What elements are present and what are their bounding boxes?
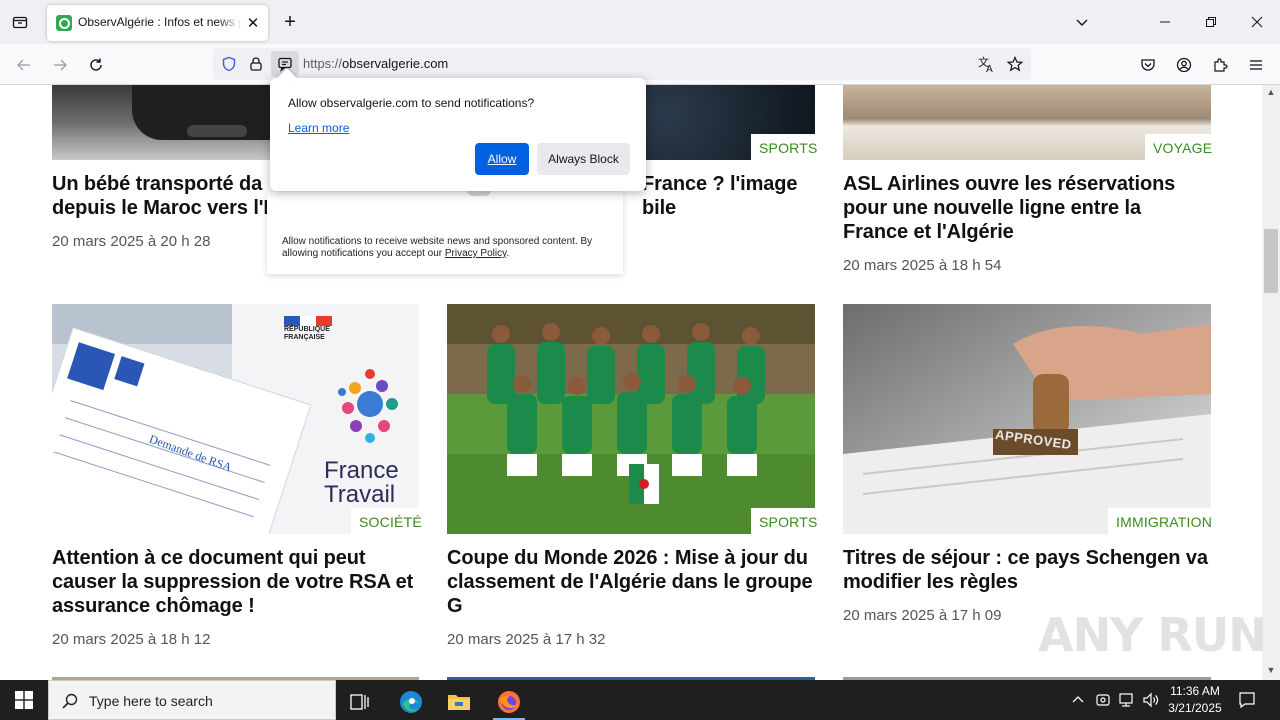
window-close-icon[interactable] (1234, 8, 1280, 36)
site-note-body: Allow notifications to receive website n… (282, 236, 593, 259)
anyrun-watermark: ANY RUN (1038, 608, 1267, 662)
svg-text:A: A (986, 64, 993, 73)
france-travail-brand: France Travail (324, 459, 399, 507)
allow-button[interactable]: Allow (475, 143, 529, 175)
article-date: 20 mars 2025 à 17 h 32 (447, 631, 606, 648)
tracking-protection-shield-icon[interactable] (220, 55, 238, 73)
action-center-icon[interactable] (1234, 688, 1260, 712)
chevron-down-icon[interactable] (1070, 10, 1094, 34)
article-category[interactable]: SOCIÉTÉ (351, 508, 430, 534)
article-headline[interactable]: Coupe du Monde 2026 : Mise à jour du cla… (447, 546, 817, 618)
task-view-icon[interactable] (336, 684, 384, 720)
tab-strip: ObservAlgérie : Infos et news pour tous … (0, 0, 1280, 44)
headline-line: Un bébé transporté da (52, 173, 263, 195)
chevron-up-icon[interactable] (1068, 690, 1088, 710)
article-image[interactable]: APPROVED (843, 304, 1211, 534)
browser-tab-active[interactable]: ObservAlgérie : Infos et news pour tous … (47, 5, 268, 41)
article-date: 20 mars 2025 à 20 h 28 (52, 233, 211, 250)
tab-close-icon[interactable]: ✕ (244, 14, 262, 32)
privacy-policy-link[interactable]: Privacy Policy (445, 248, 507, 259)
tab-list-icon[interactable] (8, 10, 32, 34)
approved-stamp-illustration (843, 304, 1211, 534)
headline-line: France ? l'image (642, 173, 798, 195)
headline-line: depuis le Maroc vers l'I (52, 197, 269, 219)
clock-date: 3/21/2025 (1168, 701, 1222, 715)
site-favicon-icon (56, 15, 72, 31)
search-placeholder: Type here to search (89, 693, 213, 709)
learn-more-link[interactable]: Learn more (288, 121, 349, 135)
meet-now-icon[interactable] (1093, 690, 1113, 710)
scroll-down-icon[interactable]: ▼ (1265, 665, 1277, 677)
site-notification-text: Allow notifications to receive website n… (282, 236, 612, 260)
headline-line: bile (642, 197, 677, 219)
network-icon[interactable] (1117, 690, 1137, 710)
page-scrollbar[interactable]: ▲ ▼ (1262, 85, 1280, 680)
url-text[interactable]: https://observalgerie.com (303, 56, 448, 71)
article-image[interactable] (447, 304, 815, 534)
brand-line: France (324, 457, 399, 484)
hamburger-menu-icon[interactable] (1243, 52, 1269, 78)
taskbar-clock[interactable]: 11:36 AM 3/21/2025 (1162, 683, 1228, 717)
team-photo-illustration (447, 304, 815, 534)
scroll-up-icon[interactable]: ▲ (1265, 87, 1277, 99)
article-headline[interactable]: ASL Airlines ouvre les réservations pour… (843, 172, 1203, 244)
url-host: observalgerie.com (342, 56, 449, 71)
window-restore-icon[interactable] (1188, 8, 1234, 36)
file-explorer-icon[interactable] (435, 684, 483, 720)
article-headline[interactable]: Attention à ce document qui peut causer … (52, 546, 422, 618)
article-image[interactable]: RÉPUBLIQUE FRANÇAISE Demande de RSA Fran… (52, 304, 419, 534)
article-date: 20 mars 2025 à 18 h 54 (843, 257, 1002, 274)
firefox-icon[interactable] (485, 684, 533, 720)
url-bar[interactable]: https://observalgerie.com 文A (213, 48, 1031, 80)
lock-icon[interactable] (247, 55, 265, 73)
pocket-icon[interactable] (1135, 52, 1161, 78)
windows-taskbar: Type here to search 11:36 AM 3/21/2025 (0, 680, 1280, 720)
article-category[interactable]: IMMIGRATION (1108, 508, 1221, 534)
article-headline[interactable]: Titres de séjour : ce pays Schengen va m… (843, 546, 1213, 594)
article-headline[interactable]: France ? l'image bile (642, 172, 812, 220)
new-tab-icon[interactable]: + (278, 10, 302, 34)
tab-title: ObservAlgérie : Infos et news pour tous (78, 15, 242, 29)
clock-time: 11:36 AM (1170, 684, 1220, 698)
article-category[interactable]: VOYAGE (1145, 134, 1221, 160)
article-category[interactable]: SPORTS (751, 134, 826, 160)
article-headline[interactable]: Un bébé transporté da depuis le Maroc ve… (52, 172, 272, 220)
reload-icon[interactable] (83, 52, 109, 78)
scroll-thumb[interactable] (1264, 229, 1278, 293)
url-scheme: https:// (303, 56, 343, 71)
windows-start-icon[interactable] (0, 680, 48, 720)
notification-permission-popup: Allow observalgerie.com to send notifica… (270, 68, 646, 191)
translate-icon[interactable]: 文A (978, 55, 996, 73)
taskbar-search-box[interactable]: Type here to search (48, 680, 336, 720)
account-icon[interactable] (1171, 52, 1197, 78)
edge-browser-icon[interactable] (387, 684, 435, 720)
article-category[interactable]: SPORTS (751, 508, 826, 534)
brand-line: Travail (324, 481, 396, 508)
site-note-end: . (506, 248, 510, 259)
site-notification-prompt: Allow notifications to receive website n… (267, 190, 623, 274)
article-date: 20 mars 2025 à 18 h 12 (52, 631, 211, 648)
popup-message: Allow observalgerie.com to send notifica… (288, 96, 535, 110)
window-minimize-icon[interactable] (1142, 8, 1188, 36)
search-icon (61, 692, 79, 710)
bookmark-star-icon[interactable] (1006, 55, 1024, 73)
volume-icon[interactable] (1141, 690, 1161, 710)
article-date: 20 mars 2025 à 17 h 09 (843, 607, 1002, 624)
always-block-button[interactable]: Always Block (537, 143, 630, 175)
republique-francaise-label: RÉPUBLIQUE FRANÇAISE (284, 326, 330, 341)
back-arrow-icon[interactable] (11, 52, 37, 78)
forward-arrow-icon[interactable] (47, 52, 73, 78)
extensions-icon[interactable] (1207, 52, 1233, 78)
